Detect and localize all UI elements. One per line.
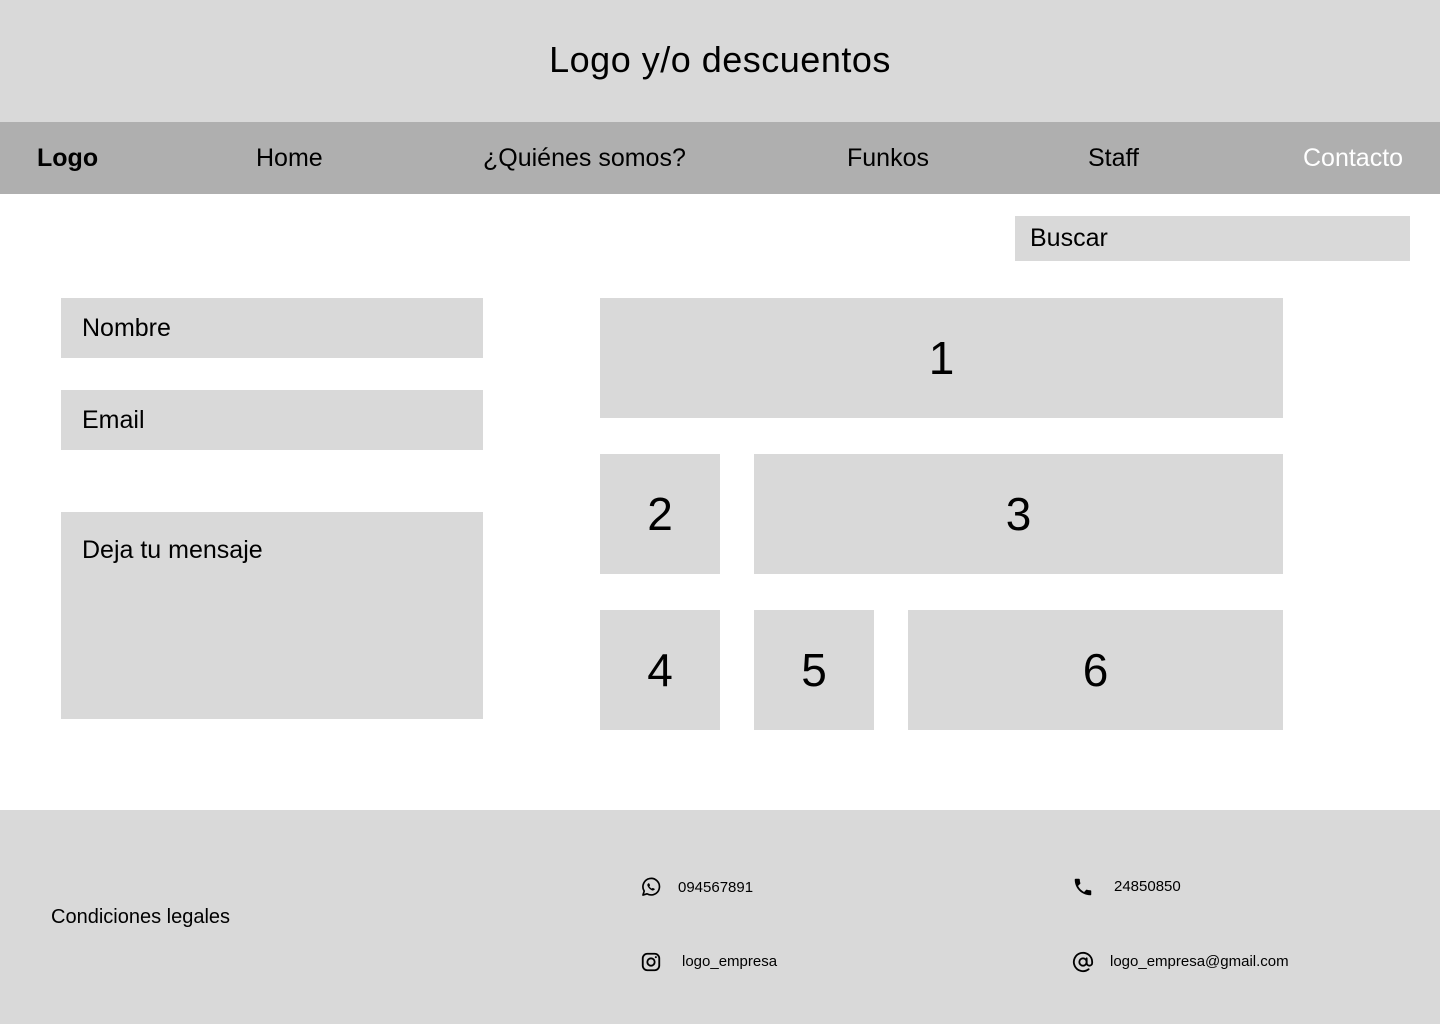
instagram-handle[interactable]: logo_empresa: [682, 952, 777, 972]
grid-tile-3[interactable]: 3: [754, 454, 1283, 574]
grid-tile-1[interactable]: 1: [600, 298, 1283, 418]
phone-number[interactable]: 24850850: [1114, 877, 1181, 897]
banner-title: Logo y/o descuentos: [549, 39, 891, 80]
legal-conditions-link[interactable]: Condiciones legales: [51, 903, 230, 931]
grid-tile-2[interactable]: 2: [600, 454, 720, 574]
at-sign-icon: [1072, 951, 1094, 973]
nav-item-staff[interactable]: Staff: [1088, 122, 1139, 194]
nav-item-home[interactable]: Home: [256, 122, 323, 194]
grid-tile-6[interactable]: 6: [908, 610, 1283, 730]
message-field[interactable]: [61, 512, 483, 719]
top-banner: Logo y/o descuentos: [0, 0, 1440, 122]
phone-icon: [1072, 876, 1094, 898]
grid-tile-4[interactable]: 4: [600, 610, 720, 730]
instagram-icon: [640, 951, 662, 973]
nav-item-quienes-somos[interactable]: ¿Quiénes somos?: [483, 122, 686, 194]
grid-tile-5[interactable]: 5: [754, 610, 874, 730]
whatsapp-number[interactable]: 094567891: [678, 878, 753, 898]
email-field[interactable]: [61, 390, 483, 450]
nav-item-contacto[interactable]: Contacto: [1303, 122, 1403, 194]
nav-bar: Logo Home ¿Quiénes somos? Funkos Staff C…: [0, 122, 1440, 194]
nav-logo[interactable]: Logo: [37, 122, 98, 194]
whatsapp-icon: [640, 876, 662, 898]
name-field[interactable]: [61, 298, 483, 358]
nav-item-funkos[interactable]: Funkos: [847, 122, 929, 194]
search-input[interactable]: [1015, 216, 1410, 261]
email-address[interactable]: logo_empresa@gmail.com: [1110, 952, 1289, 972]
